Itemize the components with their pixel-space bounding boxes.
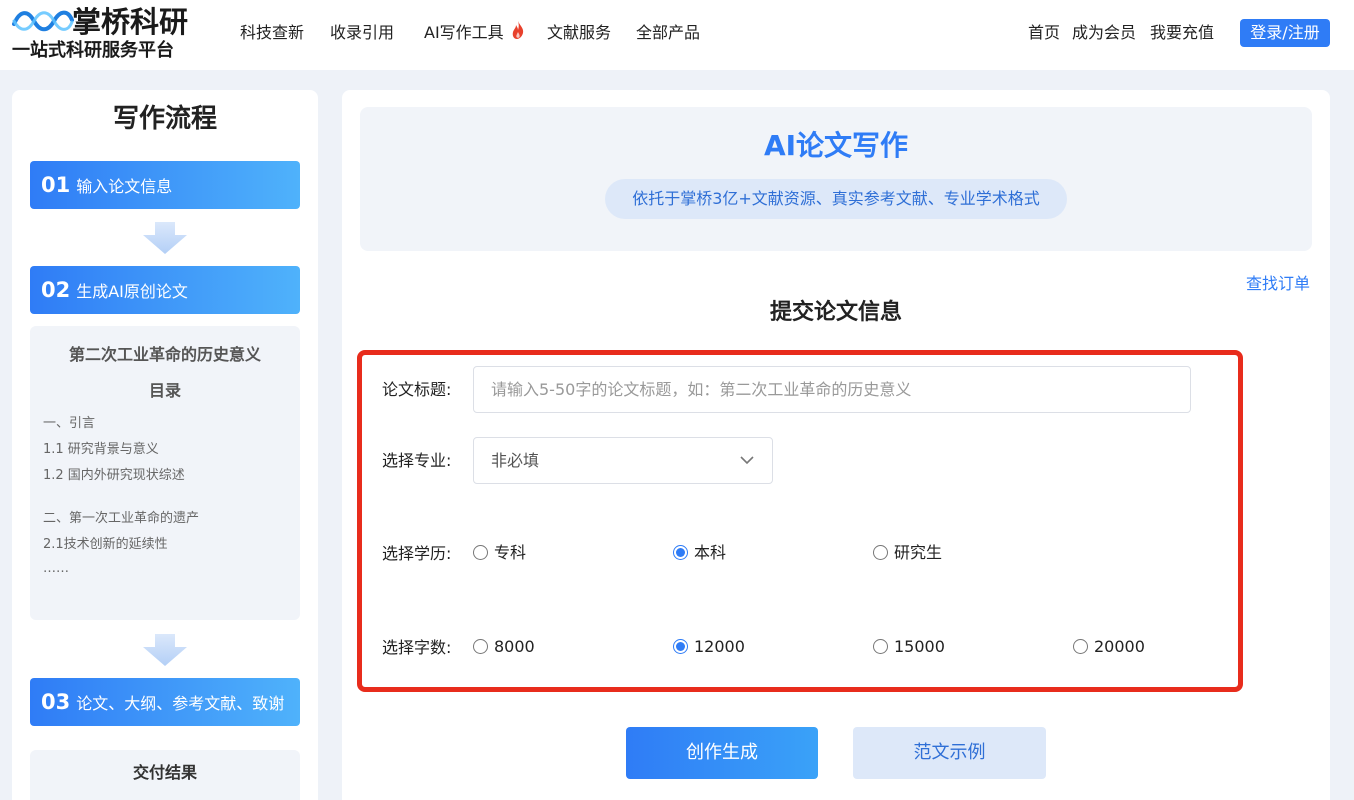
result-title: 交付结果 — [132, 763, 197, 782]
step-3: 03 论文、大纲、参考文献、致谢 — [30, 678, 300, 726]
toc-line: 2.1技术创新的延续性 — [43, 537, 168, 552]
step-number: 02 — [41, 278, 71, 302]
step-label: 论文、大纲、参考文献、致谢 — [76, 694, 285, 713]
title-label: 论文标题: — [382, 380, 452, 399]
link-membership[interactable]: 成为会员 — [1072, 22, 1136, 44]
word-count-label: 选择字数: — [382, 638, 452, 657]
preview-title: 第二次工业革命的历史意义 — [68, 345, 261, 364]
link-recharge[interactable]: 我要充值 — [1150, 22, 1214, 44]
toc-line: 二、第一次工业革命的遗产 — [43, 511, 200, 526]
radio-label: 12000 — [694, 637, 745, 656]
arrow-down-icon — [143, 222, 187, 254]
nav-all-products[interactable]: 全部产品 — [636, 22, 700, 44]
writing-process-panel: 写作流程 01 输入论文信息 02 生成AI原创论文 第二次工业革命的历史意义 目录… — [12, 90, 318, 800]
step-label: 生成AI原创论文 — [76, 282, 188, 301]
toc-line: 1.1 研究背景与意义 — [43, 442, 159, 457]
login-register-button[interactable]: 登录/注册 — [1240, 19, 1330, 47]
major-select[interactable]: 非必填 — [473, 437, 773, 484]
degree-label: 选择学历: — [382, 544, 452, 563]
radio-button[interactable] — [473, 639, 488, 654]
major-select-value: 非必填 — [491, 451, 540, 470]
delivery-result-card: 交付结果 — [30, 750, 300, 800]
chevron-down-icon — [740, 456, 754, 465]
major-label: 选择专业: — [382, 451, 452, 470]
radio-label: 15000 — [894, 637, 945, 656]
radio-label: 专科 — [494, 543, 527, 562]
radio-button[interactable] — [873, 639, 888, 654]
radio-button[interactable] — [873, 545, 888, 560]
toc-line: 1.2 国内外研究现状综述 — [43, 468, 185, 483]
flame-icon — [512, 21, 524, 39]
nav-literature[interactable]: 文献服务 — [547, 22, 611, 44]
arrow-down-icon — [143, 634, 187, 666]
paper-title-input[interactable] — [473, 366, 1191, 413]
logo[interactable]: 掌桥科研 一站式科研服务平台 — [12, 4, 202, 64]
sample-essay-button[interactable]: 范文示例 — [853, 727, 1046, 779]
banner-title: AI论文写作 — [763, 129, 909, 162]
nav-tech-novelty[interactable]: 科技查新 — [240, 22, 304, 44]
step-label: 输入论文信息 — [76, 177, 173, 196]
nav-citation[interactable]: 收录引用 — [330, 22, 394, 44]
step-number: 01 — [41, 173, 71, 197]
radio-label: 研究生 — [894, 543, 943, 562]
step-number: 03 — [41, 690, 71, 714]
radio-label: 8000 — [494, 637, 535, 656]
banner-subtitle: 依托于掌桥3亿+文献资源、真实参考文献、专业学术格式 — [605, 179, 1067, 219]
top-header: 掌桥科研 一站式科研服务平台 科技查新 收录引用 AI写作工具 文献服务 全部产… — [0, 0, 1354, 70]
radio-button-checked[interactable] — [673, 545, 688, 560]
radio-button[interactable] — [1073, 639, 1088, 654]
nav-ai-writing[interactable]: AI写作工具 — [424, 22, 504, 44]
find-order-link[interactable]: 查找订单 — [1246, 273, 1310, 295]
main-panel: AI论文写作 依托于掌桥3亿+文献资源、真实参考文献、专业学术格式 查找订单 提… — [342, 90, 1330, 800]
radio-button-checked[interactable] — [673, 639, 688, 654]
logo-name: 掌桥科研 — [72, 5, 189, 39]
hero-banner: AI论文写作 依托于掌桥3亿+文献资源、真实参考文献、专业学术格式 — [360, 107, 1312, 251]
step-1: 01 输入论文信息 — [30, 161, 300, 209]
step-2: 02 生成AI原创论文 — [30, 266, 300, 314]
sample-outline-preview: 第二次工业革命的历史意义 目录 一、引言 1.1 研究背景与意义 1.2 国内外… — [30, 326, 300, 620]
preview-subtitle: 目录 — [148, 381, 181, 400]
toc-line: …… — [43, 561, 69, 576]
radio-label: 20000 — [1094, 637, 1145, 656]
wave-logo-icon — [12, 10, 74, 32]
form-title: 提交论文信息 — [769, 300, 902, 325]
radio-label: 本科 — [694, 543, 727, 562]
paper-info-form: 论文标题: 选择专业: 非必填 选择学历: 专科 本科 研究生 选择字数: 80… — [357, 350, 1243, 692]
logo-slogan: 一站式科研服务平台 — [12, 40, 174, 61]
process-title: 写作流程 — [112, 104, 217, 134]
radio-button[interactable] — [473, 545, 488, 560]
create-button[interactable]: 创作生成 — [626, 727, 818, 779]
link-home[interactable]: 首页 — [1028, 22, 1060, 44]
toc-line: 一、引言 — [43, 416, 96, 431]
